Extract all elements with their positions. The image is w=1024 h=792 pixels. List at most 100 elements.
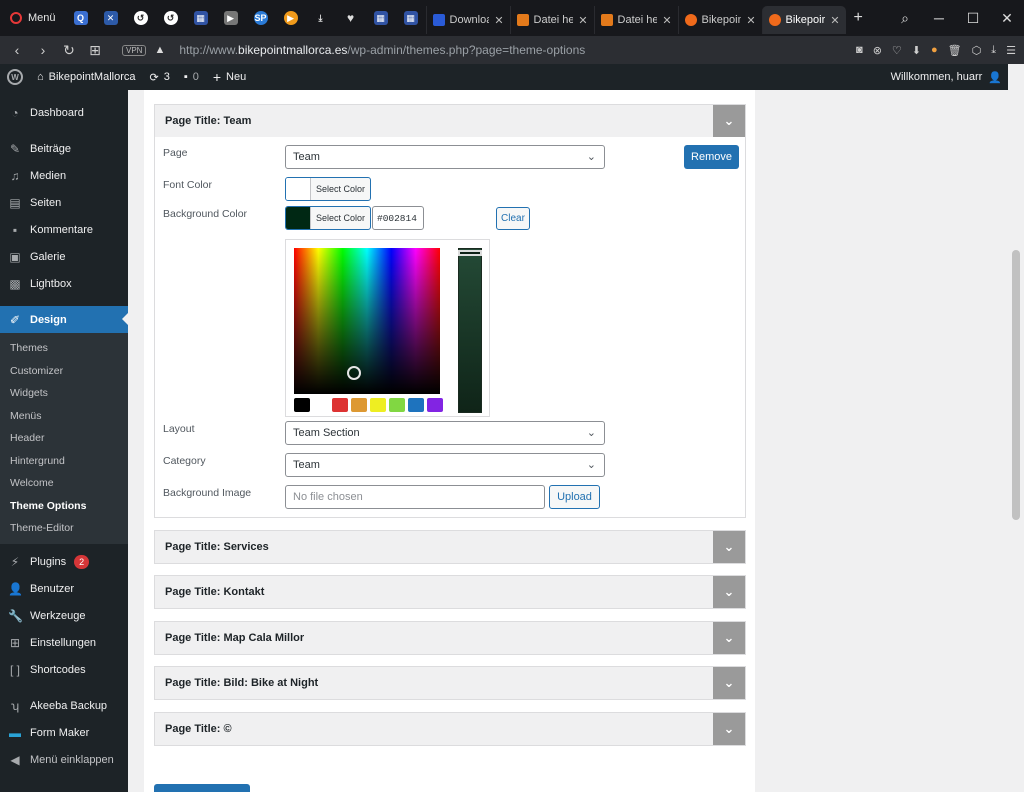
pinned-tab[interactable]: ▦ [366,0,396,36]
site-name-link[interactable]: ⌂ BikepointMallorca [30,64,142,90]
pinned-tab[interactable]: Q [66,0,96,36]
chevron-down-icon[interactable]: ⌄ [713,622,745,654]
pinned-tab[interactable]: ⤓ [306,0,336,36]
wp-logo-menu[interactable]: W [0,64,30,90]
extension-icon[interactable]: ● [931,44,938,56]
cube-icon[interactable]: ⬡ [972,44,982,57]
section-header[interactable]: Page Title: © ⌄ [155,713,745,745]
close-icon[interactable]: ✕ [662,14,671,27]
download-icon[interactable]: ⬇ [912,44,921,57]
sidebar-item-beitraege[interactable]: ✎ Beiträge [0,135,128,162]
close-icon[interactable]: ✕ [830,14,839,27]
browser-tab[interactable]: Downloac ✕ [425,6,510,34]
submenu-item-themes[interactable]: Themes [0,337,128,360]
lightness-slider-handle[interactable] [458,250,482,256]
trash-icon[interactable]: 🗑 [948,44,962,57]
sidebar-item-seiten[interactable]: ▤ Seiten [0,189,128,216]
pinned-tab[interactable]: ▶ [276,0,306,36]
browser-tab[interactable]: Datei her ✕ [509,6,594,34]
palette-swatch-red[interactable] [332,398,348,412]
chevron-down-icon[interactable]: ⌄ [713,531,745,563]
submenu-item-theme-options[interactable]: Theme Options [0,495,128,518]
submenu-item-widgets[interactable]: Widgets [0,382,128,405]
flow-icon[interactable]: ⤓ [991,44,996,57]
palette-swatch-black[interactable] [294,398,310,412]
pinned-tab[interactable]: ▦ [186,0,216,36]
pinned-tab[interactable]: ▶ [216,0,246,36]
section-header[interactable]: Page Title: Team ⌄ [155,105,745,137]
palette-swatch-orange[interactable] [351,398,367,412]
close-icon[interactable]: ✕ [746,14,755,27]
pinned-tab[interactable]: ↺ [126,0,156,36]
new-content-link[interactable]: + Neu [206,64,253,90]
reload-icon[interactable]: ↻ [56,42,82,59]
sidebar-item-form-maker[interactable]: ▬ Form Maker [0,720,128,747]
sidebar-item-design[interactable]: ✐ Design [0,306,128,333]
sidebar-item-akeeba-backup[interactable]: ʮ Akeeba Backup [0,693,128,720]
page-select[interactable]: Team ⌄ [285,145,605,169]
font-color-picker-button[interactable]: Select Color [285,177,372,201]
section-header[interactable]: Page Title: Services ⌄ [155,531,745,563]
sidebar-item-einstellungen[interactable]: ⊞ Einstellungen [0,630,128,657]
pinned-tab[interactable]: ✕ [96,0,126,36]
color-cursor-handle[interactable] [347,366,361,380]
browser-tab[interactable]: Bikepoint ✕ [677,6,762,34]
pinned-tab[interactable]: ▦ [396,0,426,36]
upload-button[interactable]: Upload [549,485,600,509]
background-color-hex-input[interactable]: #002814 [372,206,424,230]
adblock-icon[interactable]: ⊗ [873,44,882,57]
background-color-picker-button[interactable]: Select Color [285,206,372,230]
submenu-item-menus[interactable]: Menüs [0,405,128,428]
sidebar-item-kommentare[interactable]: ▪ Kommentare [0,216,128,243]
close-icon[interactable]: ✕ [494,14,503,27]
save-button[interactable] [154,784,250,792]
chevron-down-icon[interactable]: ⌄ [713,576,745,608]
palette-swatch-purple[interactable] [427,398,443,412]
heart-icon[interactable]: ♡ [892,44,902,57]
new-tab-button[interactable]: + [846,9,871,27]
background-image-input[interactable]: No file chosen [285,485,545,509]
sidebar-item-plugins[interactable]: ⚡ Plugins 2 [0,549,128,576]
scrollbar-thumb[interactable] [1012,250,1020,520]
maximize-icon[interactable]: ☐ [956,10,990,27]
sidebar-item-galerie[interactable]: ▣ Galerie [0,243,128,270]
palette-swatch-white[interactable] [313,398,329,412]
chevron-down-icon[interactable]: ⌄ [713,105,745,137]
pinned-tab[interactable]: ♥ [336,0,366,36]
search-icon[interactable]: ⌕ [888,10,922,27]
clear-color-button[interactable]: Clear [496,207,530,230]
sidebar-item-lightbox[interactable]: ▩ Lightbox [0,270,128,297]
pinned-tab[interactable]: ↺ [156,0,186,36]
sidebar-item-medien[interactable]: ♫ Medien [0,162,128,189]
sidebar-item-dashboard[interactable]: ◔ Dashboard [0,99,128,126]
comments-link[interactable]: ▪ 0 [177,64,206,90]
sidebar-item-shortcodes[interactable]: [ ] Shortcodes [0,657,128,684]
vpn-badge[interactable]: VPN [122,44,147,56]
settings-icon[interactable]: ☰ [1006,44,1016,57]
browser-menu-button[interactable]: Menü [0,0,66,36]
warning-icon[interactable]: ▲ [154,44,165,56]
submenu-item-customizer[interactable]: Customizer [0,360,128,383]
pinned-tab[interactable]: SP [246,0,276,36]
color-spectrum-area[interactable] [294,248,440,394]
sidebar-item-werkzeuge[interactable]: 🔧 Werkzeuge [0,603,128,630]
section-header[interactable]: Page Title: Map Cala Millor ⌄ [155,622,745,654]
submenu-item-hintergrund[interactable]: Hintergrund [0,450,128,473]
close-icon[interactable]: ✕ [578,14,587,27]
updates-link[interactable]: ⟳ 3 [142,64,176,90]
page-scrollbar[interactable] [1008,64,1024,792]
submenu-item-header[interactable]: Header [0,427,128,450]
lightness-slider[interactable] [458,248,482,413]
palette-swatch-blue[interactable] [408,398,424,412]
submenu-item-theme-editor[interactable]: Theme-Editor [0,517,128,540]
camera-icon[interactable]: ◙ [856,44,863,56]
forward-icon[interactable]: › [30,42,56,58]
palette-swatch-yellow[interactable] [370,398,386,412]
grid-icon[interactable]: ⊞ [82,42,108,59]
url-field[interactable]: http://www.bikepointmallorca.es/wp-admin… [179,43,585,57]
account-menu[interactable]: Willkommen, huarr 👤 [891,64,1002,90]
layout-select[interactable]: Team Section ⌄ [285,421,605,445]
remove-button[interactable]: Remove [684,145,739,169]
browser-tab-active[interactable]: Bikepoir ✕ [761,6,846,34]
submenu-item-welcome[interactable]: Welcome [0,472,128,495]
